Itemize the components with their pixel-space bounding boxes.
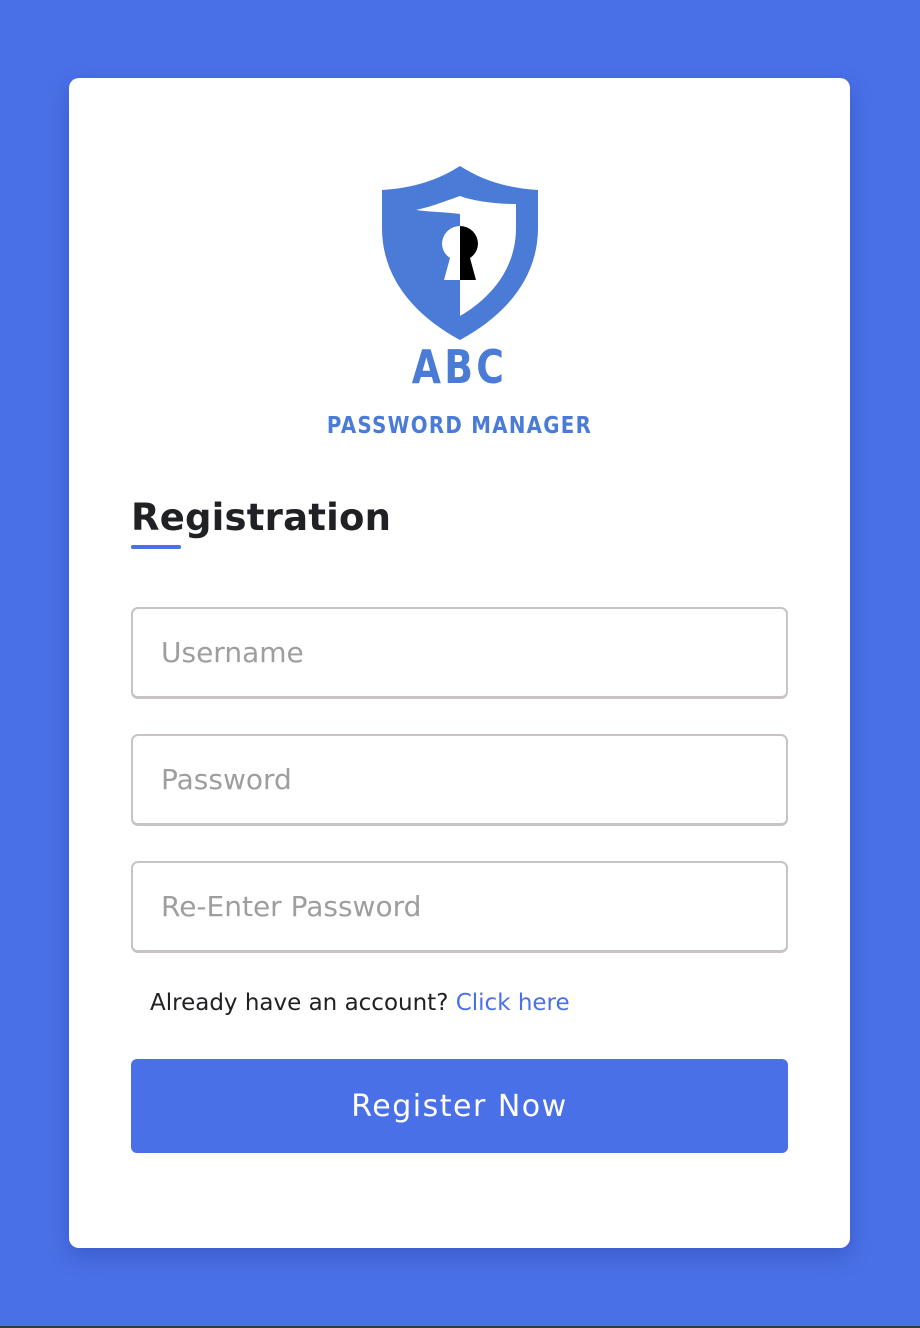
- signin-link[interactable]: Click here: [456, 990, 570, 1016]
- register-button[interactable]: Register Now: [131, 1059, 788, 1153]
- title-underline: [131, 545, 181, 549]
- signin-row: Already have an account? Click here: [150, 990, 570, 1016]
- reenter-password-input[interactable]: [131, 861, 788, 953]
- page-title: Registration: [131, 496, 392, 539]
- shield-keyhole-icon: [382, 166, 538, 340]
- brand-subtitle: PASSWORD MANAGER: [326, 413, 593, 439]
- password-input[interactable]: [131, 734, 788, 826]
- signin-prompt: Already have an account?: [150, 990, 456, 1016]
- brand-logo: ABC PASSWORD MANAGER: [69, 78, 850, 458]
- registration-card: ABC PASSWORD MANAGER Registration Alread…: [69, 78, 850, 1248]
- brand-name: ABC: [411, 340, 508, 394]
- username-input[interactable]: [131, 607, 788, 699]
